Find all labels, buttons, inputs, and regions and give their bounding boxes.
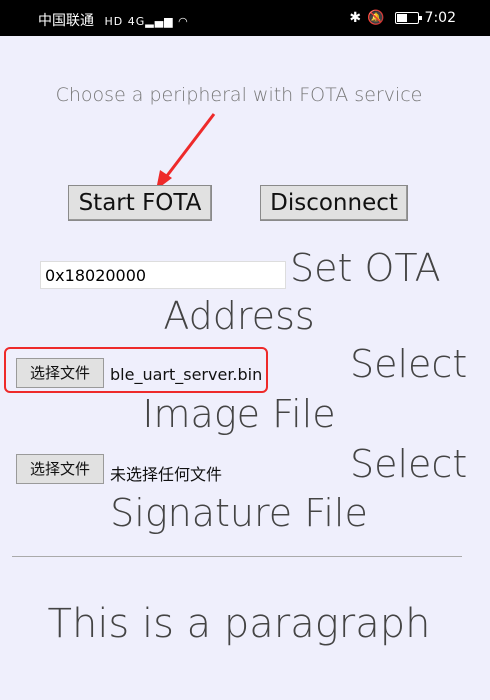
status-left: 中国联通 HD 4G▂▄▆ ◠ <box>38 10 189 30</box>
page-content: Choose a peripheral with FOTA service St… <box>0 36 490 700</box>
arrow-line <box>161 113 216 182</box>
bluetooth-icon: ✱ <box>349 10 362 26</box>
network-type: 4G <box>127 15 146 28</box>
image-file-label: Image File <box>142 392 336 436</box>
horizontal-divider <box>12 556 462 557</box>
image-file-name: ble_uart_server.bin <box>110 365 263 384</box>
signature-file-label: Signature File <box>110 491 368 535</box>
signature-file-name: 未选择任何文件 <box>110 465 223 484</box>
mute-icon: 🔕 <box>367 10 385 26</box>
start-fota-button[interactable]: Start FOTA <box>68 185 212 221</box>
status-right: ✱ 🔕 7:02 <box>349 10 456 26</box>
address-label: Address <box>163 294 315 338</box>
status-bar: 中国联通 HD 4G▂▄▆ ◠ ✱ 🔕 7:02 <box>0 0 490 36</box>
choose-signature-file-button[interactable]: 选择文件 <box>16 454 104 484</box>
ota-address-input[interactable] <box>40 261 286 289</box>
select-signature-label: Select <box>350 442 468 486</box>
paragraph-text: This is a paragraph <box>47 601 431 647</box>
carrier-label: 中国联通 <box>38 13 94 29</box>
page-subtitle: Choose a peripheral with FOTA service <box>55 84 423 106</box>
select-image-label: Select <box>350 342 468 386</box>
choose-image-file-button[interactable]: 选择文件 <box>16 358 104 388</box>
disconnect-button[interactable]: Disconnect <box>260 185 408 221</box>
battery-icon <box>394 12 422 24</box>
network-signal-icon: HD 4G▂▄▆ ◠ <box>104 15 189 28</box>
clock: 7:02 <box>424 10 456 26</box>
set-ota-label: Set OTA <box>290 246 441 290</box>
